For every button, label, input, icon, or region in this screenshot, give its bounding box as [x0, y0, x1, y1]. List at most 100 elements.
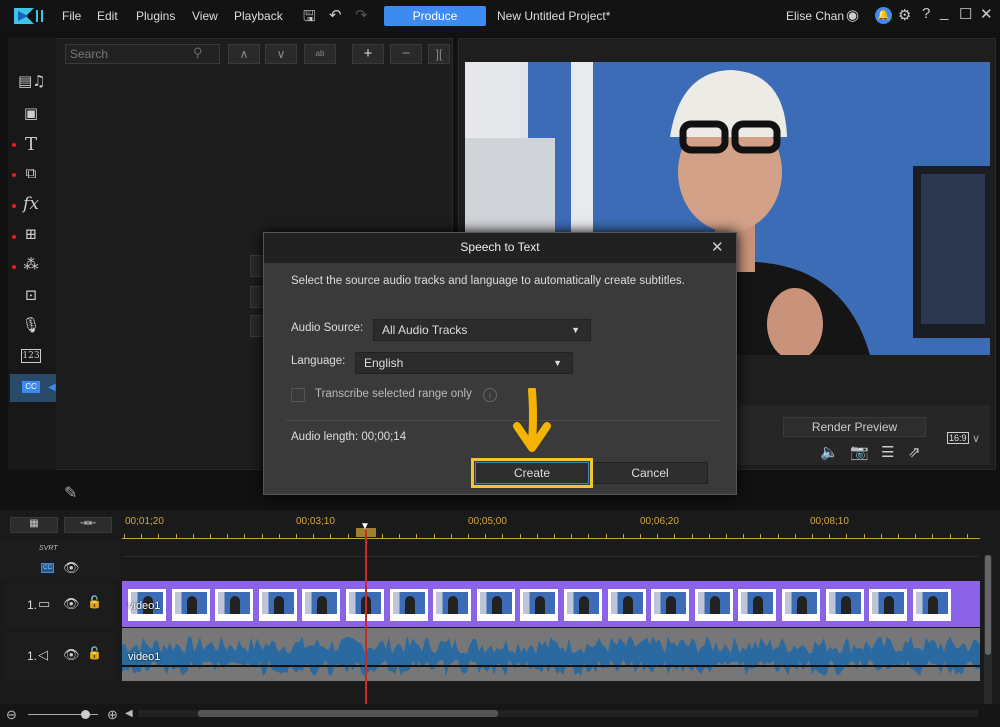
- ruler[interactable]: [122, 538, 980, 539]
- search-icon[interactable]: ⚲: [193, 45, 203, 61]
- fx-room-icon[interactable]: fx: [18, 194, 44, 216]
- horizontal-scroll-thumb[interactable]: [198, 710, 498, 717]
- dropdown-arrow-icon: ▼: [553, 353, 562, 373]
- ruler-tick: [898, 534, 899, 538]
- menu-plugins[interactable]: Plugins: [136, 9, 175, 23]
- audio-source-select[interactable]: All Audio Tracks▼: [373, 319, 591, 341]
- ruler-tick: [674, 534, 675, 538]
- ruler-label: 00;05;00: [468, 516, 507, 527]
- language-value: English: [364, 356, 403, 370]
- create-button[interactable]: Create: [475, 462, 589, 484]
- zoom-slider-handle[interactable]: [81, 710, 90, 719]
- ruler-tick: [554, 534, 555, 538]
- up-button[interactable]: ∧: [228, 44, 260, 64]
- cc-track-icon: CC: [41, 563, 54, 573]
- down-button[interactable]: ∨: [265, 44, 297, 64]
- ruler-tick: [950, 534, 951, 538]
- media-room-icon[interactable]: ▤♫: [18, 72, 44, 94]
- produce-button[interactable]: Produce: [384, 6, 486, 26]
- audio-source-value: All Audio Tracks: [382, 323, 467, 337]
- subtitle-number-icon[interactable]: 123: [21, 349, 41, 363]
- video-thumbnail: [390, 589, 428, 621]
- chevron-down-icon[interactable]: ∨: [972, 432, 980, 445]
- eye-icon[interactable]: 👁: [63, 647, 80, 663]
- video-thumbnail: [259, 589, 297, 621]
- menu-edit[interactable]: Edit: [97, 9, 118, 23]
- video-room-icon[interactable]: ▣: [18, 104, 44, 126]
- close-icon[interactable]: ✕: [711, 238, 724, 256]
- menu-playback[interactable]: Playback: [234, 9, 283, 23]
- aspect-ratio[interactable]: 16:9: [947, 432, 969, 444]
- video-thumbnail: [520, 589, 558, 621]
- library-button: [250, 315, 264, 337]
- render-preview-button[interactable]: Render Preview: [783, 417, 926, 437]
- ruler-tick: [279, 534, 280, 538]
- undo-icon[interactable]: ↶: [329, 6, 342, 24]
- settings-gear-icon[interactable]: ⚙: [898, 6, 911, 24]
- user-name[interactable]: Elise Chan: [786, 9, 844, 23]
- ruler-tick: [760, 534, 761, 538]
- scroll-left-icon[interactable]: ◀: [125, 708, 133, 719]
- maximize-icon[interactable]: ☐: [959, 5, 972, 23]
- menu-view[interactable]: View: [192, 9, 218, 23]
- ruler-tick: [640, 534, 641, 538]
- ab-sort-button[interactable]: ab: [304, 44, 336, 64]
- volume-icon[interactable]: 🔈: [820, 443, 839, 461]
- redo-icon[interactable]: ↷: [355, 6, 368, 24]
- snapshot-camera-icon[interactable]: 📷: [850, 443, 869, 461]
- fit-timeline-button[interactable]: ⇥⇤: [64, 517, 112, 533]
- audio-clip[interactable]: [122, 628, 980, 681]
- remove-button[interactable]: −: [390, 44, 422, 64]
- ruler-tick: [193, 534, 194, 538]
- ruler-tick: [485, 534, 486, 538]
- eye-icon[interactable]: 👁: [63, 596, 80, 612]
- fit-button[interactable]: ][: [428, 44, 450, 64]
- ruler-tick: [313, 534, 314, 538]
- video-thumbnail: [782, 589, 820, 621]
- minimize-icon[interactable]: _: [940, 4, 948, 21]
- unlock-icon[interactable]: 🔓: [87, 595, 102, 609]
- subtitle-list-icon[interactable]: ☰: [881, 443, 894, 461]
- ruler-tick: [502, 534, 503, 538]
- ruler-tick: [296, 534, 297, 538]
- language-select[interactable]: English ▼: [355, 352, 573, 374]
- ruler-tick: [864, 534, 865, 538]
- audio-waveform: [122, 628, 980, 681]
- transition-room-icon[interactable]: ⧉: [18, 164, 44, 186]
- info-icon[interactable]: i: [483, 388, 497, 402]
- ruler-tick: [881, 534, 882, 538]
- ruler-tick: [743, 534, 744, 538]
- subtitle-room-icon[interactable]: CC: [22, 381, 40, 393]
- project-title: New Untitled Project*: [497, 9, 610, 23]
- vertical-scrollbar[interactable]: [984, 555, 992, 705]
- menu-file[interactable]: File: [62, 9, 81, 23]
- volume-line[interactable]: [122, 665, 980, 667]
- title-room-icon[interactable]: T: [18, 134, 44, 156]
- undock-icon[interactable]: ⇗: [908, 443, 921, 461]
- ruler-tick: [967, 534, 968, 538]
- audio-clip-label: video1: [128, 651, 160, 663]
- pip-room-icon[interactable]: ⊞: [18, 225, 44, 247]
- zoom-in-icon[interactable]: ⊕: [107, 707, 118, 723]
- help-icon[interactable]: ?: [922, 5, 930, 22]
- particle-room-icon[interactable]: ⁂: [18, 255, 44, 277]
- video-thumbnail: [738, 589, 776, 621]
- eye-icon[interactable]: 👁: [63, 560, 80, 576]
- close-window-icon[interactable]: ✕: [980, 5, 993, 23]
- ruler-tick: [330, 534, 331, 538]
- cancel-button[interactable]: Cancel: [592, 462, 708, 484]
- save-icon[interactable]: 🖫: [303, 6, 316, 31]
- timeline-view-button[interactable]: ▦: [10, 517, 58, 533]
- zoom-out-icon[interactable]: ⊖: [6, 707, 17, 723]
- playhead-line[interactable]: [365, 530, 367, 710]
- notification-bell-icon[interactable]: 🔔: [875, 7, 892, 24]
- chapter-room-icon[interactable]: ⊡: [18, 286, 44, 308]
- voice-over-icon[interactable]: 🎙: [18, 316, 44, 338]
- ruler-tick: [709, 534, 710, 538]
- ruler-tick: [795, 534, 796, 538]
- unlock-icon[interactable]: 🔓: [87, 646, 102, 660]
- edit-pen-icon[interactable]: ✎: [64, 483, 77, 503]
- add-button[interactable]: +: [352, 44, 384, 64]
- account-icon[interactable]: ◉: [846, 6, 859, 24]
- transcribe-range-checkbox[interactable]: [291, 388, 305, 402]
